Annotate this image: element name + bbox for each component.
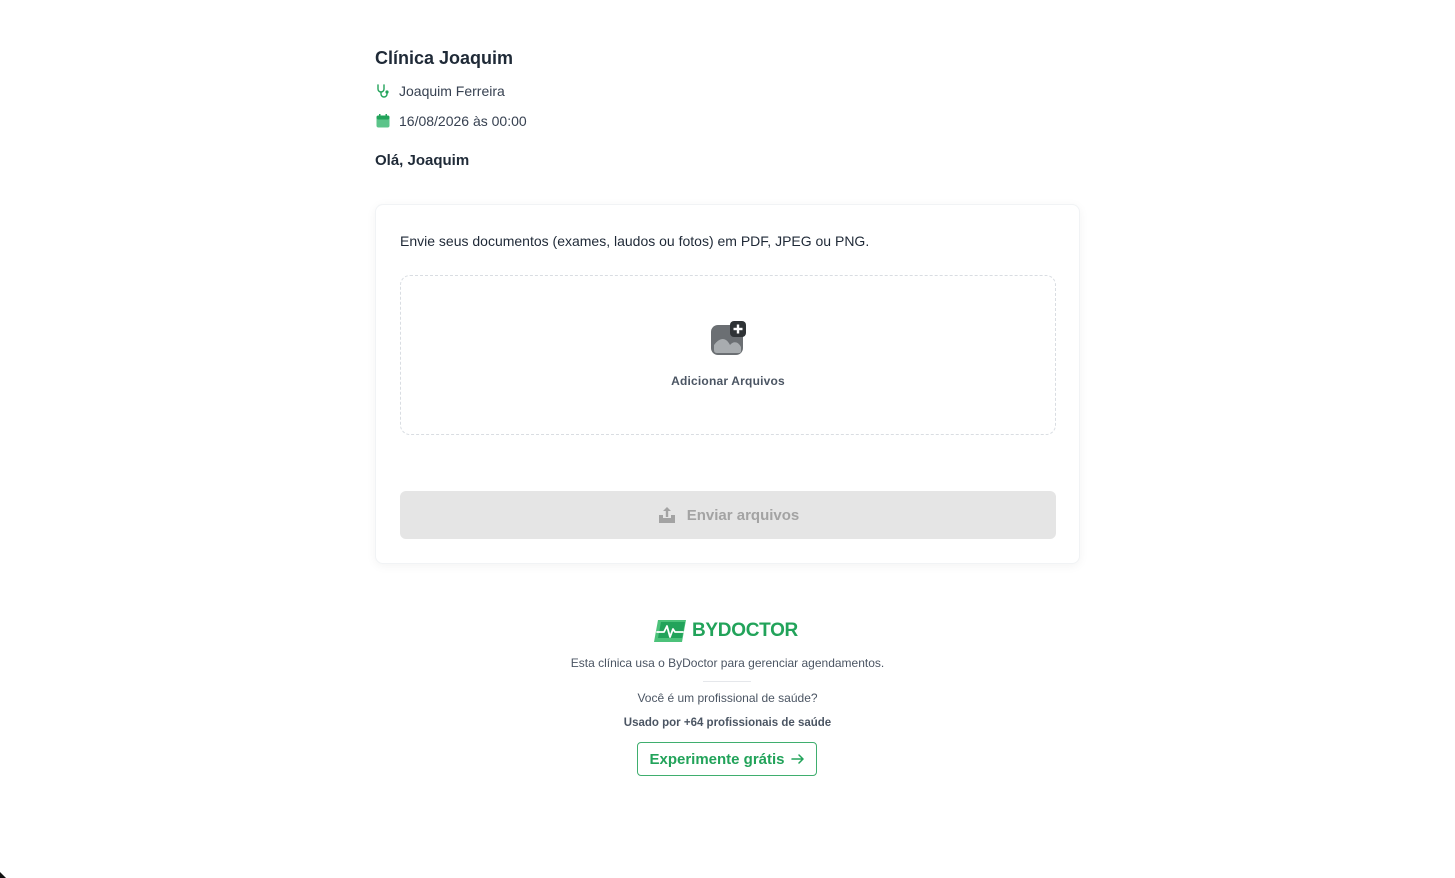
greeting: Olá, Joaquim (375, 152, 470, 169)
used-by-count: Usado por +64 profissionais de saúde (623, 717, 832, 729)
file-dropzone[interactable]: Adicionar Arquivos (400, 275, 1056, 435)
appointment-datetime: 16/08/2026 às 00:00 (399, 113, 527, 129)
send-files-label: Enviar arquivos (686, 506, 800, 524)
doctor-name: Joaquim Ferreira (399, 83, 505, 99)
calendar-icon (375, 113, 391, 129)
bydoctor-logo-icon (654, 620, 686, 642)
upload-description: Envie seus documentos (exames, laudos ou… (400, 233, 870, 249)
footer-divider (703, 681, 751, 682)
date-row: 16/08/2026 às 00:00 (375, 113, 527, 129)
window-corner (0, 872, 6, 878)
image-add-icon (710, 321, 746, 357)
try-free-button[interactable]: Experimente grátis (637, 742, 817, 776)
upload-card: Envie seus documentos (exames, laudos ou… (375, 204, 1080, 564)
doctor-row: Joaquim Ferreira (375, 83, 505, 99)
add-files-label: Adicionar Arquivos (671, 374, 785, 388)
send-files-button[interactable]: Enviar arquivos (400, 491, 1056, 539)
upload-icon (657, 505, 677, 525)
try-free-label: Experimente grátis (649, 750, 785, 768)
professional-question: Você é um profissional de saúde? (637, 691, 818, 705)
clinic-name: Clínica Joaquim (375, 48, 514, 68)
clinic-uses-text: Esta clínica usa o ByDoctor para gerenci… (570, 656, 885, 670)
bydoctor-logo: BYDOCTOR (652, 618, 798, 644)
arrow-right-icon (790, 752, 805, 766)
stethoscope-icon (375, 83, 391, 99)
brand-name: BYDOCTOR (692, 620, 798, 641)
